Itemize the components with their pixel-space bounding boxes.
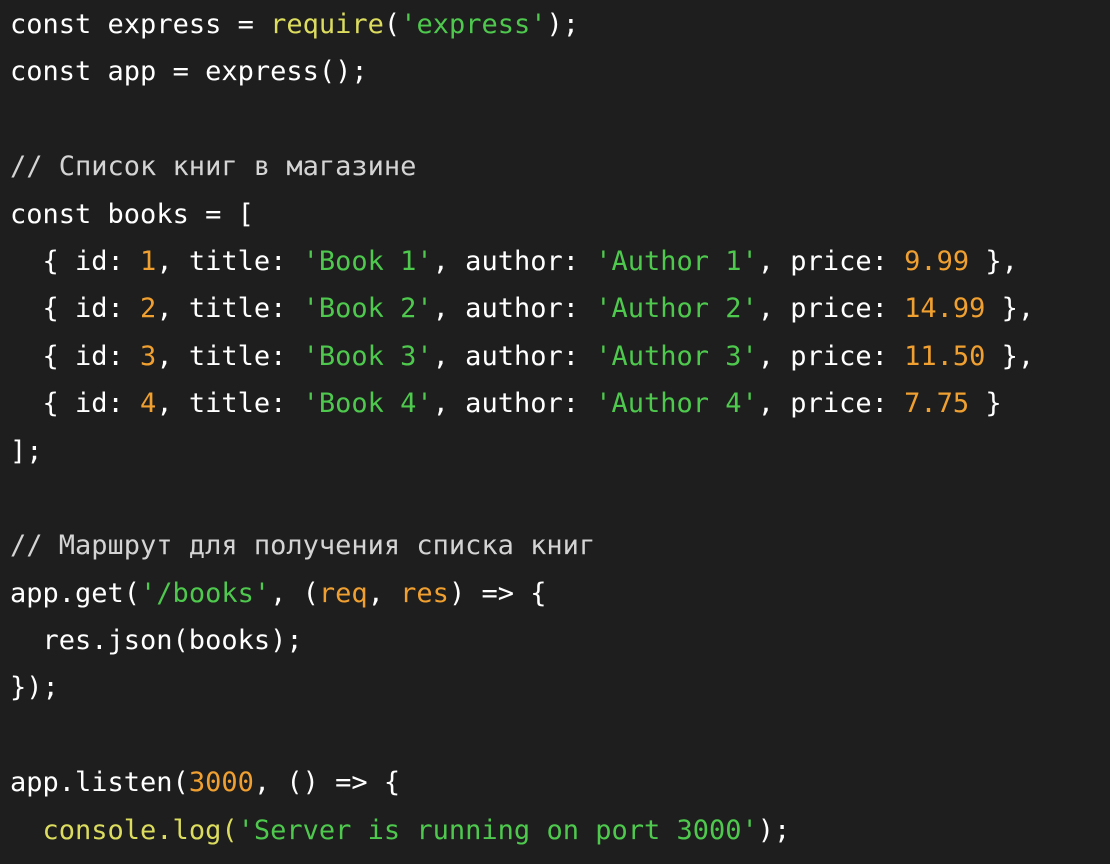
code-token-punct: }, [969, 245, 1018, 277]
code-token-string: '/books' [140, 577, 271, 609]
code-token-punct: }); [10, 672, 59, 704]
code-token-punct: , price: [757, 388, 905, 420]
code-token-punct: = [156, 56, 206, 88]
code-line: }); [10, 664, 1110, 711]
code-line: const app = express(); [10, 48, 1110, 95]
code-token-string: 'Book 1' [302, 245, 433, 277]
code-token-punct: , () => { [253, 767, 401, 799]
code-line: res.json(books); [10, 617, 1110, 664]
code-token-punct: ); [546, 9, 580, 40]
code-token-punct: , title: [156, 388, 303, 420]
code-token-string: 'Author 1' [595, 245, 758, 277]
code-token-punct: , author: [432, 245, 596, 277]
code-token-punct: , author: [432, 340, 596, 372]
code-token-string: 'Author 3' [595, 340, 758, 372]
code-line: // Маршрут для получения списка книг [10, 522, 1110, 569]
code-token-number: 11.50 [904, 340, 986, 372]
code-line: const books = [ [10, 191, 1110, 238]
code-token-punct: } [969, 388, 1002, 420]
code-token-number: 7.75 [904, 388, 970, 420]
code-token-punct: { id: [10, 388, 141, 420]
code-line: const express = require('express'); [10, 1, 1110, 48]
code-token-string: 'Server is running on port 3000' [237, 814, 758, 846]
code-token-identifier: books [107, 198, 189, 230]
code-token-string: 'Book 4' [302, 388, 433, 420]
code-token-punct: , title: [156, 293, 303, 325]
code-line: // Список книг в магазине [10, 143, 1110, 190]
code-token-punct: , [367, 577, 401, 609]
code-token-punct: ) => { [448, 577, 547, 609]
code-token-punct: , ( [270, 577, 319, 609]
code-token-punct: { id: [10, 340, 141, 372]
code-token-param: res [400, 577, 449, 609]
code-token-punct: ); [757, 814, 791, 846]
code-token-keyword: const [10, 56, 108, 88]
code-token-require: require [270, 9, 384, 40]
code-token-identifier: app [107, 56, 157, 88]
code-editor[interactable]: const express = require('express'); const… [0, 0, 1110, 864]
code-token-punct: , author: [432, 293, 596, 325]
code-line: { id: 2, title: 'Book 2', author: 'Autho… [10, 285, 1110, 332]
code-token-param: req [318, 577, 368, 609]
code-token-keyword: const [10, 9, 108, 40]
code-token-call: console.log( [42, 814, 238, 846]
code-token-string: 'Book 2' [302, 293, 433, 325]
code-line: app.get('/books', (req, res) => { [10, 570, 1110, 617]
code-token-punct: ]; [10, 435, 43, 467]
code-token-punct [10, 815, 43, 846]
code-token-number: 3000 [188, 767, 254, 799]
code-token-punct: = [ [188, 198, 254, 230]
code-token-punct: ( [383, 9, 401, 40]
code-token-comment: // Маршрут для получения списка книг [10, 530, 596, 562]
code-line: console.log('Server is running on port 3… [10, 807, 1110, 854]
code-token-punct: res.json(books); [10, 625, 303, 657]
code-token-punct: , price: [757, 340, 905, 372]
code-token-string: 'Author 4' [595, 388, 758, 420]
code-token-string: 'Author 2' [595, 293, 758, 325]
code-token-keyword: const [10, 198, 108, 230]
code-token-number: 4 [140, 388, 157, 420]
code-token-punct: }, [985, 293, 1035, 325]
code-token-punct: , price: [757, 245, 905, 277]
code-token-punct: , author: [432, 388, 596, 420]
code-token-number: 14.99 [904, 293, 986, 325]
code-token-function: express [205, 56, 319, 88]
code-line: { id: 3, title: 'Book 3', author: 'Autho… [10, 333, 1110, 380]
code-token-comment: // Список книг в магазине [10, 151, 417, 183]
code-token-punct: app.get( [10, 577, 141, 609]
code-token-punct: { id: [10, 293, 141, 325]
code-line: }); [10, 854, 1110, 864]
code-line: app.listen(3000, () => { [10, 759, 1110, 806]
code-token-punct: , title: [156, 245, 303, 277]
code-line: { id: 4, title: 'Book 4', author: 'Autho… [10, 380, 1110, 427]
code-token-number: 9.99 [904, 245, 970, 277]
code-token-string: 'express' [400, 9, 547, 40]
code-token-number: 3 [140, 340, 157, 372]
code-token-punct: }, [985, 340, 1035, 372]
code-token-punct: app.listen( [10, 767, 189, 799]
code-token-number: 2 [140, 293, 157, 325]
code-line: { id: 1, title: 'Book 1', author: 'Autho… [10, 238, 1110, 285]
code-token-string: 'Book 3' [302, 340, 433, 372]
code-token-punct: , price: [757, 293, 905, 325]
code-token-identifier: express [107, 9, 222, 40]
code-token-punct: = [221, 9, 271, 40]
code-token-punct: (); [318, 56, 368, 88]
code-line: ]; [10, 428, 1110, 475]
code-token-punct: { id: [10, 245, 141, 277]
code-token-number: 1 [140, 245, 157, 277]
code-token-punct: , title: [156, 340, 303, 372]
